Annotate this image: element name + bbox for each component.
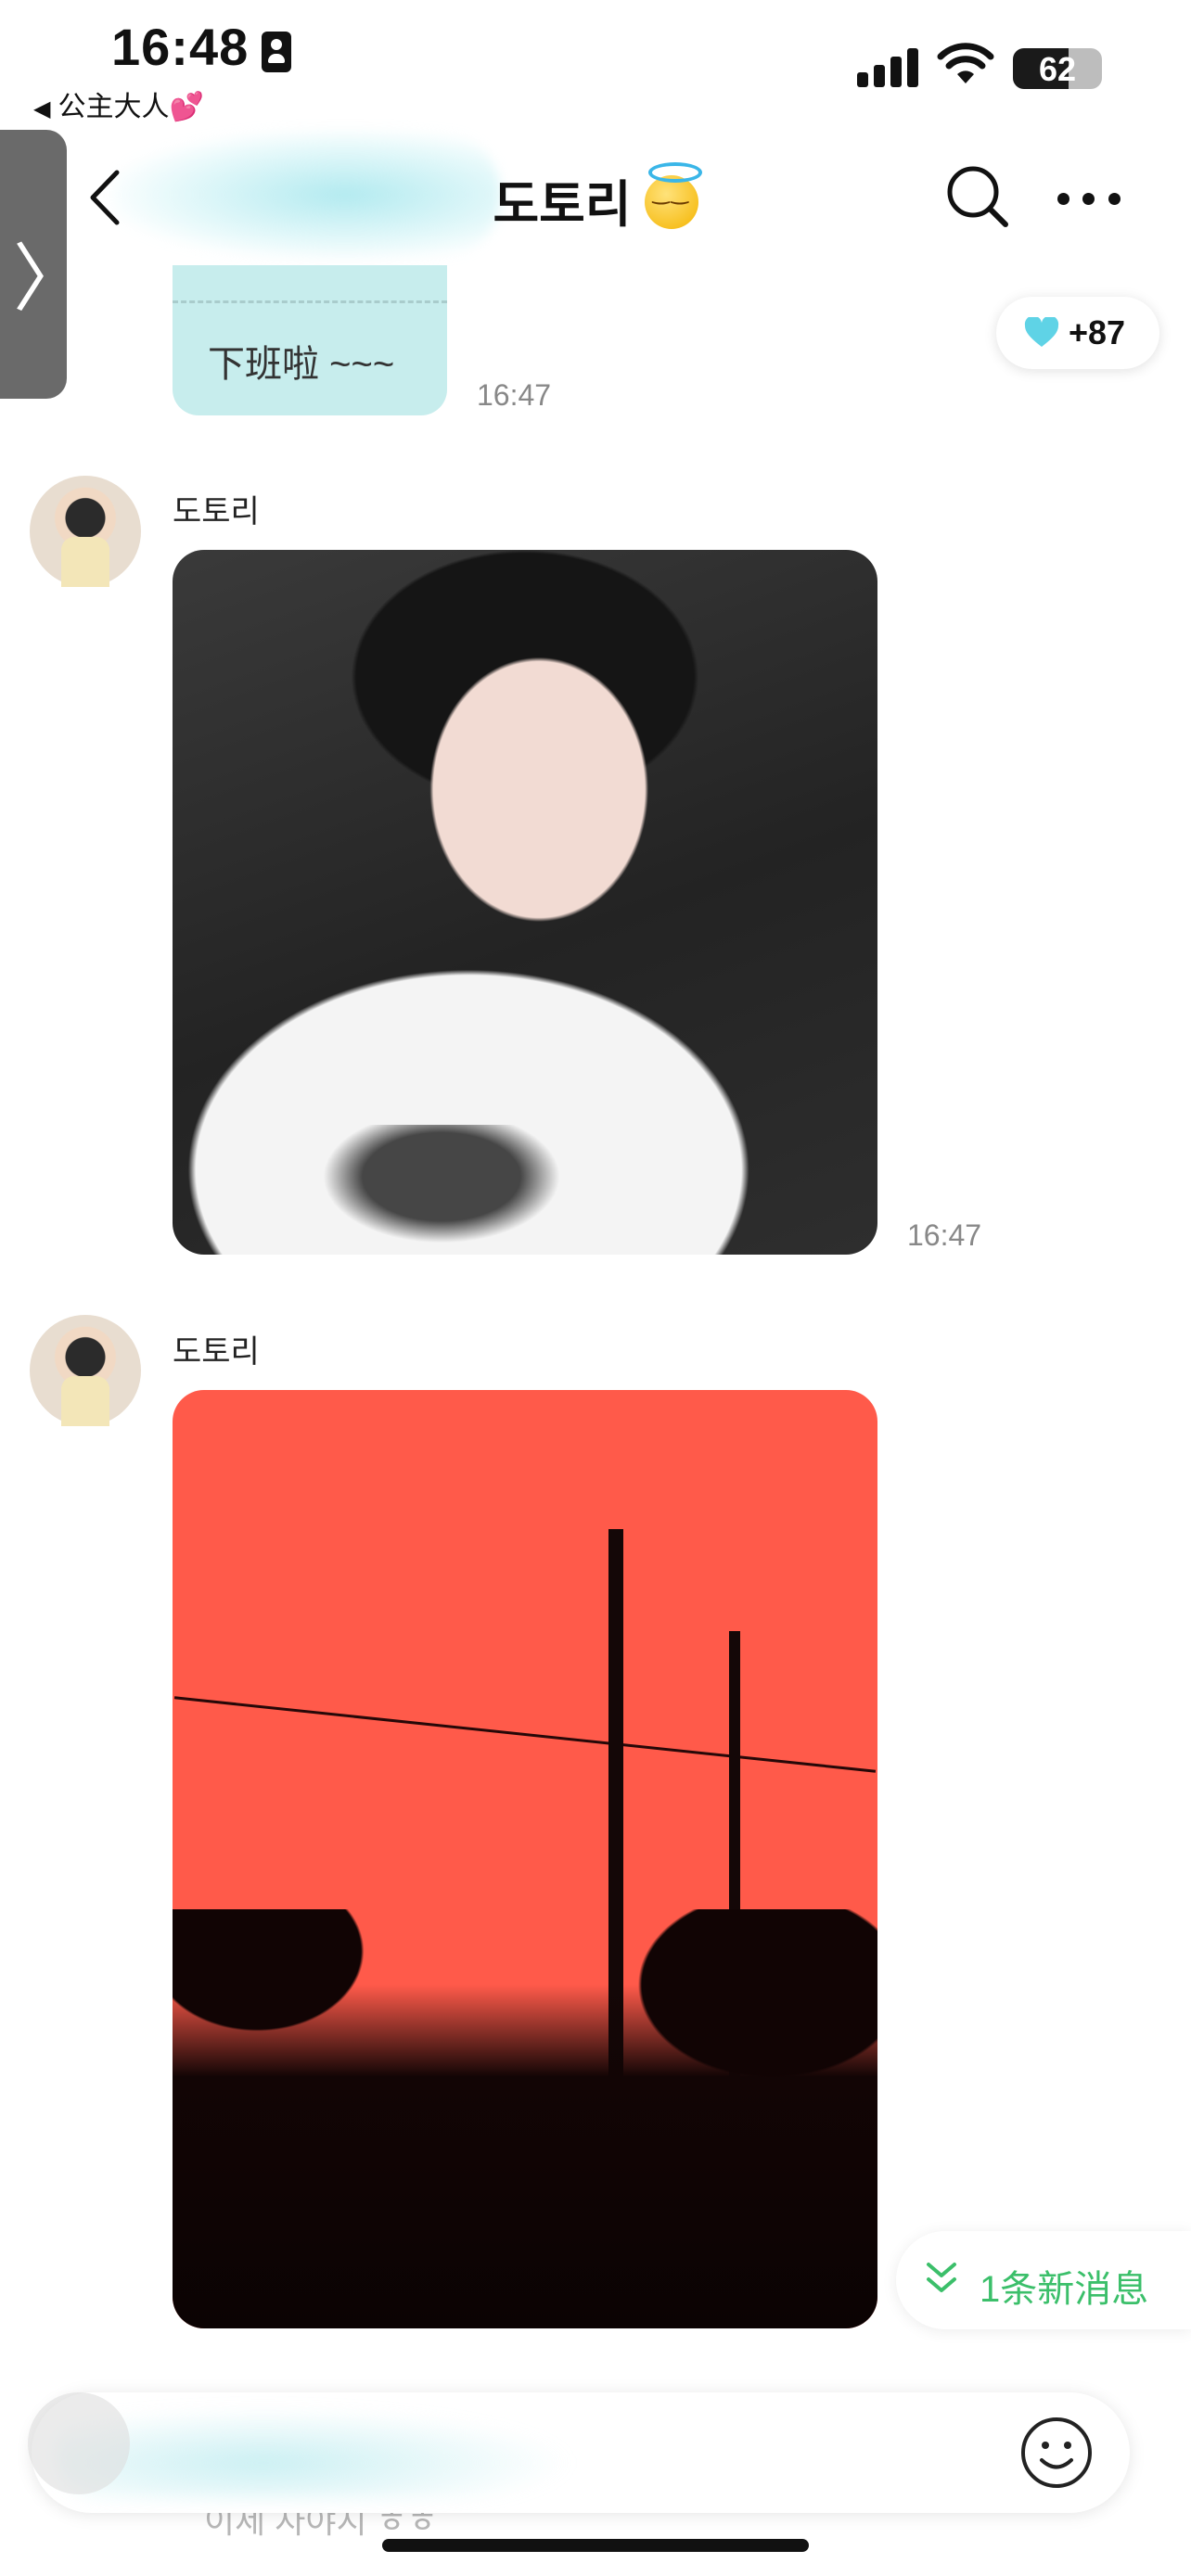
- red-sunset-photo[interactable]: [173, 1390, 877, 2328]
- search-icon[interactable]: [944, 163, 1011, 230]
- wifi-icon: [937, 43, 994, 83]
- sender-name: 도토리: [173, 494, 260, 529]
- back-app-label: 公主大人💕: [58, 92, 204, 122]
- sender-name: 도토리: [173, 1334, 260, 1370]
- reaction-count: +87: [1069, 313, 1126, 351]
- reaction-badge[interactable]: +87: [996, 297, 1159, 369]
- tree-silhouette: [173, 1909, 877, 2328]
- message-time: 16:47: [477, 378, 552, 412]
- message-bubble[interactable]: 下班啦 ~~~: [173, 265, 447, 415]
- selfie-photo[interactable]: [173, 550, 877, 1255]
- message-text: 下班啦 ~~~: [208, 344, 395, 385]
- back-to-app-button[interactable]: ◀ 公主大人💕: [33, 83, 204, 124]
- emoji-icon[interactable]: [1018, 2415, 1095, 2491]
- power-line: [173, 1696, 877, 1773]
- bubble-divider: [173, 300, 447, 303]
- message-time: 16:47: [907, 1218, 982, 1252]
- new-message-button[interactable]: 1条新消息: [896, 2231, 1191, 2329]
- heart-icon: [1024, 317, 1059, 347]
- halo-smile-emoji-icon: [644, 162, 702, 229]
- input-glow-decoration: [56, 2407, 575, 2500]
- new-message-label: 1条新消息: [980, 2269, 1149, 2310]
- sender-avatar[interactable]: [30, 1315, 141, 1426]
- shirt-print: [302, 1125, 581, 1255]
- home-indicator[interactable]: [382, 2539, 809, 2552]
- double-chevron-down-icon: [927, 2263, 956, 2292]
- battery-cap: [1095, 59, 1101, 76]
- sender-avatar[interactable]: [30, 476, 141, 587]
- status-time: 16:48: [111, 18, 250, 76]
- chat-title-text: 도토리: [493, 177, 632, 233]
- signal-icon: [857, 46, 920, 87]
- input-avatar: [28, 2392, 130, 2494]
- battery-icon: 62: [1013, 48, 1102, 89]
- battery-level: 62: [1038, 50, 1077, 88]
- more-options-icon[interactable]: [1057, 193, 1121, 206]
- contact-card-icon: [262, 32, 291, 72]
- chat-title: 도토리: [0, 162, 1191, 236]
- back-triangle-icon: ◀: [33, 96, 51, 121]
